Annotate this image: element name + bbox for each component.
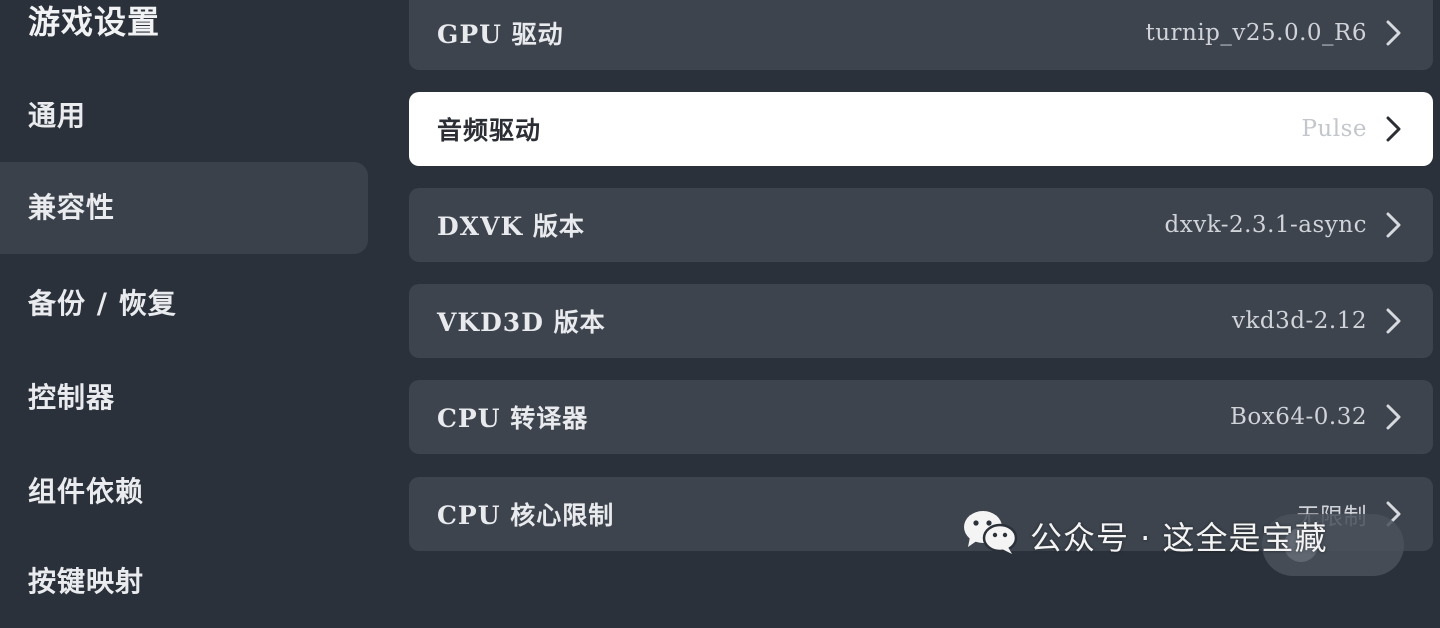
- setting-label: CPU 转译器: [437, 404, 589, 433]
- sidebar-item-label: 组件依赖: [28, 475, 145, 508]
- setting-label: DXVK 版本: [437, 212, 585, 241]
- setting-row-vkd3d-version[interactable]: VKD3D 版本 vkd3d-2.12: [409, 284, 1433, 358]
- sidebar-item-controller[interactable]: 控制器: [0, 352, 368, 444]
- setting-label: GPU 驱动: [437, 20, 564, 49]
- sidebar-item-key-mapping[interactable]: 按键映射: [0, 536, 368, 628]
- sidebar: 游戏设置 通用 兼容性 备份 / 恢复 控制器 组件依赖 按键映射: [0, 0, 368, 598]
- sidebar-item-label: 备份 / 恢复: [28, 287, 177, 320]
- setting-row-cpu-translator[interactable]: CPU 转译器 Box64-0.32: [409, 380, 1433, 454]
- wechat-icon: [962, 509, 1018, 563]
- setting-label: 音频驱动: [437, 116, 542, 145]
- setting-value: Pulse: [1301, 116, 1367, 142]
- watermark: 公众号 · 这全是宝藏: [962, 510, 1328, 562]
- sidebar-item-components[interactable]: 组件依赖: [0, 446, 368, 538]
- setting-label: VKD3D 版本: [437, 308, 606, 337]
- setting-row-gpu-driver[interactable]: GPU 驱动 turnip_v25.0.0_R6: [409, 0, 1433, 70]
- setting-value: vkd3d-2.12: [1232, 308, 1367, 334]
- setting-row-audio-driver[interactable]: 音频驱动 Pulse: [409, 92, 1433, 166]
- sidebar-item-label: 控制器: [28, 381, 116, 414]
- sidebar-title: 游戏设置: [28, 3, 161, 41]
- setting-value: turnip_v25.0.0_R6: [1145, 20, 1367, 46]
- setting-label: CPU 核心限制: [437, 501, 615, 530]
- chevron-right-icon: [1381, 114, 1405, 144]
- chevron-right-icon: [1381, 402, 1405, 432]
- setting-row-dxvk-version[interactable]: DXVK 版本 dxvk-2.3.1-async: [409, 188, 1433, 262]
- sidebar-item-backup-restore[interactable]: 备份 / 恢复: [0, 258, 368, 350]
- setting-value: Box64-0.32: [1230, 404, 1367, 430]
- chevron-right-icon: [1381, 18, 1405, 48]
- sidebar-item-label: 通用: [28, 99, 87, 132]
- chevron-right-icon: [1381, 306, 1405, 336]
- sidebar-item-label: 按键映射: [28, 565, 145, 598]
- chevron-right-icon: [1381, 210, 1405, 240]
- setting-value: dxvk-2.3.1-async: [1164, 212, 1367, 238]
- sidebar-item-compatibility[interactable]: 兼容性: [0, 162, 368, 254]
- sidebar-item-general[interactable]: 通用: [0, 70, 368, 162]
- watermark-text: 公众号 · 这全是宝藏: [1030, 519, 1328, 557]
- sidebar-item-label: 兼容性: [28, 191, 116, 224]
